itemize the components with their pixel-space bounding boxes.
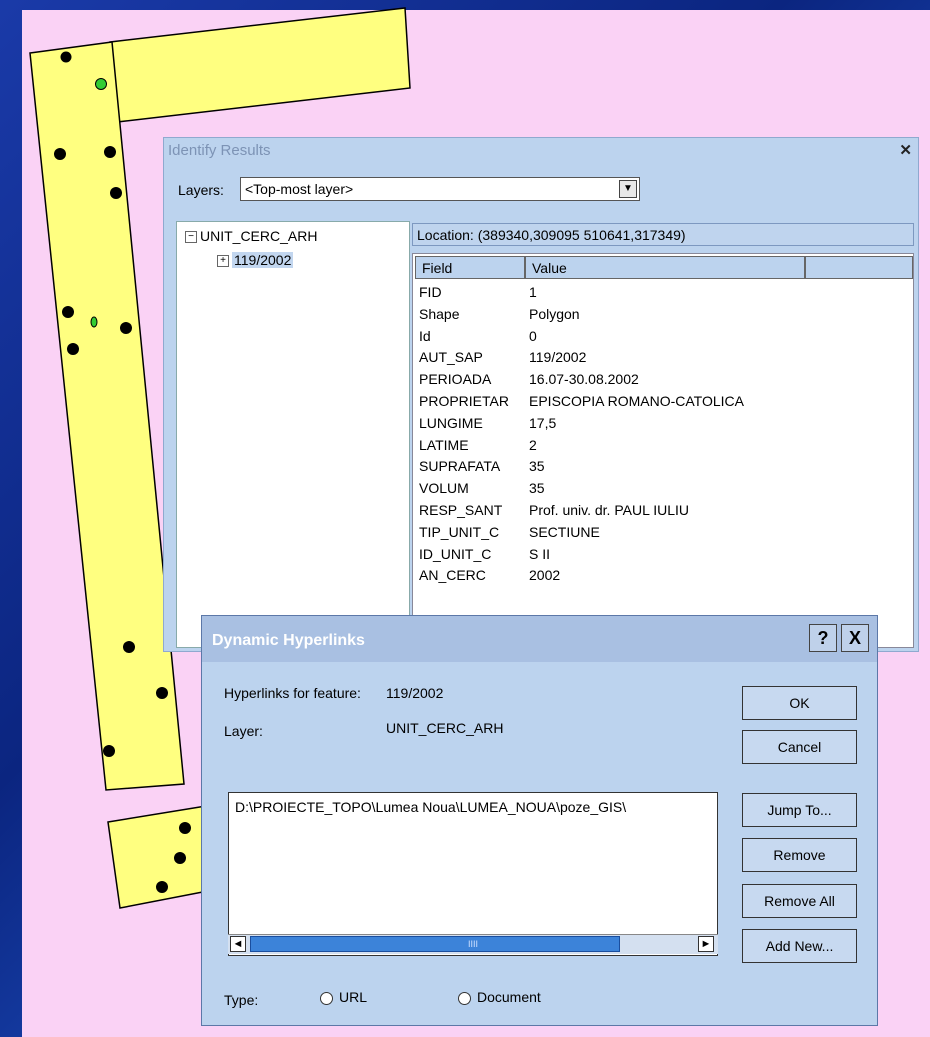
horizontal-scrollbar[interactable]: ◄ IIII ► — [228, 934, 718, 954]
radio-url-label: URL — [339, 989, 368, 1005]
map-point — [123, 641, 135, 653]
scroll-right-icon[interactable]: ► — [698, 936, 714, 952]
field-cell: VOLUM — [419, 480, 469, 497]
chevron-down-icon[interactable]: ▼ — [619, 180, 637, 198]
tree-label: UNIT_CERC_ARH — [200, 228, 318, 244]
layer-label: Layer: — [224, 723, 263, 739]
hyperlink-list[interactable]: D:\PROIECTE_TOPO\Lumea Noua\LUMEA_NOUA\p… — [228, 792, 718, 956]
map-point — [62, 306, 74, 318]
parcel-top-horizontal — [109, 7, 411, 123]
map-point — [104, 146, 116, 158]
dialog-titlebar[interactable]: Dynamic Hyperlinks ? X — [202, 616, 877, 662]
field-cell: SUPRAFATA — [419, 458, 501, 475]
dialog-title: Dynamic Hyperlinks — [212, 632, 365, 649]
field-cell: Id — [419, 327, 431, 344]
field-cell: FID — [419, 284, 442, 300]
location-readout: Location: (389340,309095 510641,317349) — [412, 223, 914, 246]
value-cell: 2 — [529, 436, 537, 453]
window-title: Identify Results — [168, 142, 271, 159]
radio-icon[interactable] — [320, 991, 333, 1005]
field-cell: Shape — [419, 305, 460, 322]
value-cell: SECTIUNE — [529, 523, 600, 540]
feature-value: 119/2002 — [386, 685, 444, 701]
value-cell: 17,5 — [529, 414, 557, 431]
value-cell: 1 — [529, 284, 537, 300]
value-cell: Polygon — [529, 305, 580, 322]
close-icon[interactable]: ✕ — [899, 141, 912, 159]
close-button[interactable]: X — [841, 624, 869, 652]
radio-url[interactable]: URL — [320, 989, 367, 1005]
field-cell: LATIME — [419, 436, 469, 453]
remove-all-button[interactable]: Remove All — [742, 884, 857, 918]
feature-label: Hyperlinks for feature: — [224, 685, 361, 701]
feature-tree[interactable]: − UNIT_CERC_ARH +119/2002 — [176, 221, 410, 648]
identify-results-window[interactable]: Identify Results ✕ Layers: <Top-most lay… — [163, 137, 919, 652]
tree-item-feature[interactable]: +119/2002 — [217, 252, 294, 268]
layers-dropdown[interactable]: <Top-most layer> ▼ — [240, 177, 640, 201]
map-point — [60, 51, 72, 63]
collapse-icon[interactable]: − — [185, 231, 197, 244]
scroll-grip: IIII — [468, 939, 479, 949]
field-cell: RESP_SANT — [419, 502, 503, 518]
map-point — [103, 745, 115, 757]
radio-icon[interactable] — [458, 991, 471, 1005]
tree-label-selected: 119/2002 — [232, 252, 294, 268]
field-cell: AN_CERC — [419, 567, 486, 584]
map-point-green — [90, 316, 98, 328]
map-point-green — [95, 78, 107, 90]
jump-to-button[interactable]: Jump To... — [742, 793, 857, 827]
attribute-table: Field Value FID 1 Shape Polygon Id 0 AUT_SAP 11… — [412, 253, 914, 648]
value-cell: Prof. univ. dr. PAUL IULIU — [529, 502, 690, 518]
map-point — [110, 187, 122, 199]
value-cell: 35 — [529, 458, 545, 475]
column-header-field[interactable]: Field — [415, 256, 525, 279]
cancel-button[interactable]: Cancel — [742, 730, 857, 764]
field-cell: PERIOADA — [419, 371, 492, 388]
map-point — [156, 687, 168, 699]
help-button[interactable]: ? — [809, 624, 837, 652]
map-point — [67, 343, 79, 355]
field-cell: TIP_UNIT_C — [419, 523, 500, 540]
map-point — [120, 322, 132, 334]
value-cell: 2002 — [529, 567, 561, 584]
field-cell: LUNGIME — [419, 414, 483, 431]
dynamic-hyperlinks-dialog[interactable]: Dynamic Hyperlinks ? X Hyperlinks for fe… — [201, 615, 878, 1026]
value-cell: S II — [529, 545, 551, 562]
field-cell: AUT_SAP — [419, 349, 483, 366]
layer-value: UNIT_CERC_ARH — [386, 720, 504, 736]
scroll-thumb[interactable]: IIII — [250, 936, 620, 952]
scroll-left-icon[interactable]: ◄ — [230, 936, 246, 952]
map-point — [174, 852, 186, 864]
hyperlink-item[interactable]: D:\PROIECTE_TOPO\Lumea Noua\LUMEA_NOUA\p… — [235, 799, 713, 815]
column-header-empty — [805, 256, 913, 279]
field-cell: PROPRIETAR — [419, 393, 509, 409]
radio-document[interactable]: Document — [458, 989, 541, 1005]
layers-label: Layers: — [178, 182, 224, 198]
remove-button[interactable]: Remove — [742, 838, 857, 872]
field-cell: ID_UNIT_C — [419, 545, 492, 562]
map-point — [54, 148, 66, 160]
add-new-button[interactable]: Add New... — [742, 929, 857, 963]
expand-icon[interactable]: + — [217, 255, 229, 268]
value-cell: 0 — [529, 327, 537, 344]
value-cell: 16.07-30.08.2002 — [529, 371, 639, 388]
column-header-value[interactable]: Value — [525, 256, 805, 279]
layers-selected-value: <Top-most layer> — [245, 181, 354, 197]
ok-button[interactable]: OK — [742, 686, 857, 720]
map-point — [179, 822, 191, 834]
map-point — [156, 881, 168, 893]
value-cell: 35 — [529, 480, 545, 497]
tree-item-root[interactable]: − UNIT_CERC_ARH — [185, 228, 317, 244]
value-cell: 119/2002 — [529, 349, 587, 366]
type-label: Type: — [224, 992, 259, 1008]
value-cell: EPISCOPIA ROMANO-CATOLICA — [529, 393, 744, 409]
radio-document-label: Document — [477, 989, 541, 1005]
